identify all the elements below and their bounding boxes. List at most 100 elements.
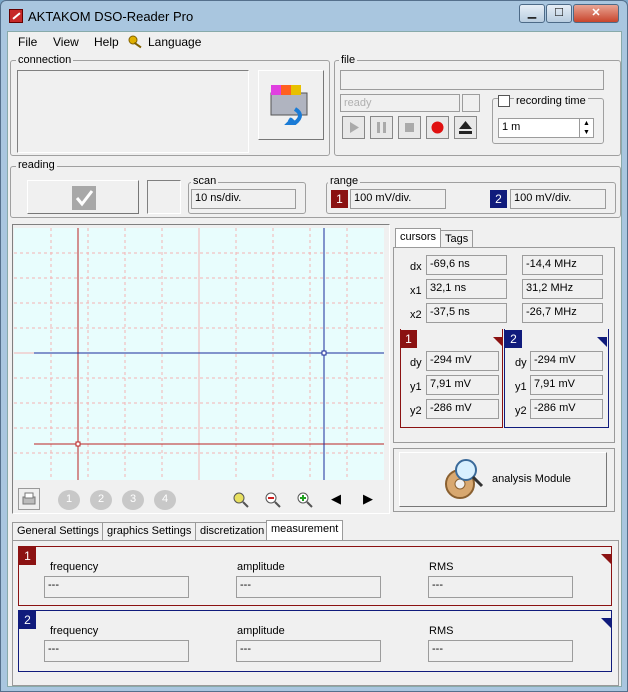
range-ch2-field[interactable]: 100 mV/div. [510,189,606,209]
file-status-field: ready [340,94,460,112]
menu-file[interactable]: File [18,35,37,49]
meas-ch2-corner-marker [601,618,611,628]
zoom-out-button[interactable] [264,491,282,509]
ch1-y1-label: y1 [410,381,422,393]
connection-label: connection [16,54,74,66]
ch1-y2-label: y2 [410,405,422,417]
scan-field[interactable]: 10 ns/div. [191,189,296,209]
prev-button[interactable]: ◀ [331,491,341,507]
checkmark-icon [72,186,96,210]
x1-label: x1 [410,285,422,297]
measurement-ch1-badge: 1 [19,547,36,565]
cursors-ch1-badge: 1 [400,330,417,348]
ch1-dy-value: -294 mV [426,351,499,371]
ch2-rms-value: --- [428,640,573,662]
ch1-y2-value: -286 mV [426,399,499,419]
ch1-rms-value: --- [428,576,573,598]
ch1-frequency-label: frequency [50,561,99,573]
analysis-module-label: analysis Module [492,473,571,485]
ch2-amplitude-label: amplitude [237,625,285,637]
analysis-gear-icon [445,459,484,499]
record-button[interactable] [426,116,449,139]
close-button[interactable]: ✕ [573,4,619,23]
menu-view[interactable]: View [53,35,79,49]
ch1-amplitude-label: amplitude [237,561,285,573]
play-button[interactable] [342,116,365,139]
cursor-x2-handle [75,441,81,447]
analysis-module-button[interactable]: analysis Module [399,452,607,507]
ch2-corner-marker [597,337,607,347]
toolbar-ch1-button[interactable]: 1 [58,490,80,510]
pause-button[interactable] [370,116,393,139]
range-ch1-badge: 1 [331,190,348,208]
recording-time-checkbox[interactable] [498,95,510,107]
print-button[interactable] [18,488,40,510]
read-button[interactable] [27,180,139,214]
zoom-button[interactable] [232,491,250,509]
eject-button[interactable] [454,116,477,139]
reading-indicator [147,180,181,214]
file-label: file [339,54,358,66]
menu-language[interactable]: Language [148,35,201,49]
zoom-in-icon [297,492,313,508]
stop-button[interactable] [398,116,421,139]
maximize-button[interactable]: ☐ [546,4,572,23]
x2-freq-value: -26,7 MHz [522,303,603,323]
measurement-ch2-badge: 2 [19,611,36,629]
ch2-frequency-value: --- [44,640,189,662]
ch2-dy-value: -294 mV [530,351,603,371]
tab-measurement[interactable]: measurement [266,520,344,540]
tab-tags[interactable]: Tags [440,230,474,248]
ch2-amplitude-value: --- [236,640,381,662]
connect-button[interactable] [258,70,324,140]
ch1-amplitude-value: --- [236,576,381,598]
range-label: range [328,175,361,187]
oscilloscope-plot[interactable] [14,228,384,480]
window-title: AKTAKOM DSO-Reader Pro [28,9,194,24]
ch2-y1-label: y1 [515,381,527,393]
tab-cursors[interactable]: cursors [395,228,442,248]
ch1-y1-value: 7,91 mV [426,375,499,395]
connection-list[interactable] [17,70,249,153]
minimize-button[interactable]: ▁ [519,4,545,23]
toolbar-ch3-button[interactable]: 3 [122,490,144,510]
x1-freq-value: 31,2 MHz [522,279,603,299]
connection-device-icon [270,85,308,125]
tab-graphics-settings[interactable]: graphics Settings [102,522,197,540]
ch1-rms-label: RMS [429,561,454,573]
client-area: File View Help Language connection file … [7,31,622,687]
dx-freq-value: -14,4 MHz [522,255,603,275]
meas-ch1-corner-marker [601,554,611,564]
recording-time-spinner[interactable]: ▲ ▼ [579,119,593,137]
menu-bar: File View Help Language [8,32,621,52]
ch2-dy-label: dy [515,357,527,369]
ch1-frequency-value: --- [44,576,189,598]
x1-time-value: 32,1 ns [426,279,507,299]
range-ch2-badge: 2 [490,190,507,208]
zoom-out-icon [265,492,281,508]
x2-label: x2 [410,309,422,321]
toolbar-ch4-button[interactable]: 4 [154,490,176,510]
tab-discretization[interactable]: discretization [195,522,270,540]
app-logo-icon [9,9,23,23]
plot-canvas [14,228,384,480]
ch1-corner-marker [493,337,503,347]
printer-icon [22,492,36,505]
language-key-icon [128,35,144,49]
tab-general-settings[interactable]: General Settings [12,522,104,540]
cursors-ch2-badge: 2 [505,330,522,348]
zoom-in-button[interactable] [296,491,314,509]
menu-help[interactable]: Help [94,35,119,49]
range-ch1-field[interactable]: 100 mV/div. [350,189,446,209]
ch2-y2-label: y2 [515,405,527,417]
next-button[interactable]: ▶ [363,491,373,507]
file-path-field[interactable] [340,70,604,90]
title-bar[interactable]: AKTAKOM DSO-Reader Pro ▁ ☐ ✕ [1,1,628,31]
toolbar-ch2-button[interactable]: 2 [90,490,112,510]
zoom-icon [233,492,249,508]
ch1-dy-label: dy [410,357,422,369]
ch2-y1-value: 7,91 mV [530,375,603,395]
dx-time-value: -69,6 ns [426,255,507,275]
scan-label: scan [191,175,219,187]
app-window: AKTAKOM DSO-Reader Pro ▁ ☐ ✕ File View H… [0,0,628,692]
